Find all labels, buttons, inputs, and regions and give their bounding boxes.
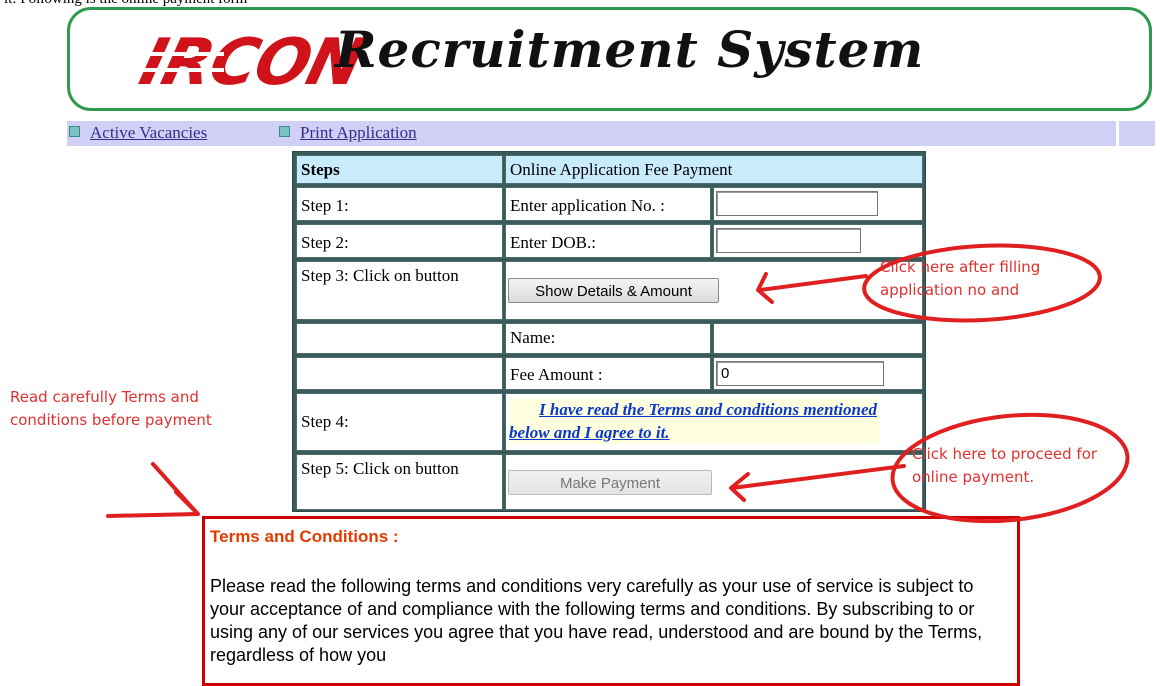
agree-cell: I have read the Terms and conditions men…: [505, 393, 923, 451]
site-banner: IRCON Recruitment System: [67, 7, 1152, 111]
step4-label: Step 4:: [296, 393, 503, 451]
step2-label: Step 2:: [296, 224, 503, 258]
payment-form-table: Steps Online Application Fee Payment Ste…: [292, 151, 926, 512]
agree-terms-link[interactable]: I have read the Terms and conditions men…: [509, 398, 879, 444]
show-details-button[interactable]: Show Details & Amount: [508, 278, 719, 303]
dob-cell: [713, 224, 923, 258]
step5-label: Step 5: Click on button: [296, 454, 503, 510]
dob-input[interactable]: [716, 228, 861, 253]
application-no-cell: [713, 187, 923, 221]
application-no-input[interactable]: [716, 191, 878, 216]
application-no-label: Enter application No. :: [505, 187, 711, 221]
annotation-show-details: Click here after filling application no …: [880, 258, 1041, 299]
make-payment-cell: Make Payment: [505, 454, 923, 510]
name-label: Name:: [505, 323, 711, 354]
terms-title: Terms and Conditions :: [210, 527, 399, 546]
nav-divider: [1116, 121, 1119, 146]
make-payment-button[interactable]: Make Payment: [508, 470, 712, 495]
fee-amount-cell: [713, 357, 923, 390]
terms-body: Please read the following terms and cond…: [210, 576, 983, 665]
nav-active-vacancies[interactable]: Active Vacancies: [90, 123, 207, 143]
show-details-cell: Show Details & Amount: [505, 261, 923, 320]
step1-label: Step 1:: [296, 187, 503, 221]
empty-cell: [296, 323, 503, 354]
fee-amount-input: [716, 361, 884, 386]
annotation-payment: Click here to proceed for online payment…: [912, 445, 1098, 486]
empty-cell: [296, 357, 503, 390]
bullet-icon: [69, 126, 80, 137]
annotation-terms: Read carefully Terms and conditions befo…: [10, 388, 212, 429]
ircon-logo: IRCON: [104, 22, 369, 100]
annotation-arrow-icon: [151, 462, 198, 514]
fee-amount-label: Fee Amount :: [505, 357, 711, 390]
nav-print-application[interactable]: Print Application: [300, 123, 417, 143]
name-value: [713, 323, 923, 354]
header-title: Online Application Fee Payment: [505, 155, 923, 184]
step3-label: Step 3: Click on button: [296, 261, 503, 320]
header-steps: Steps: [296, 155, 503, 184]
site-title: Recruitment System: [335, 20, 925, 79]
nav-bar: Active Vacancies Print Application: [67, 121, 1155, 146]
dob-label: Enter DOB.:: [505, 224, 711, 258]
bullet-icon: [279, 126, 290, 137]
terms-panel: Terms and Conditions : Please read the f…: [202, 516, 1020, 686]
